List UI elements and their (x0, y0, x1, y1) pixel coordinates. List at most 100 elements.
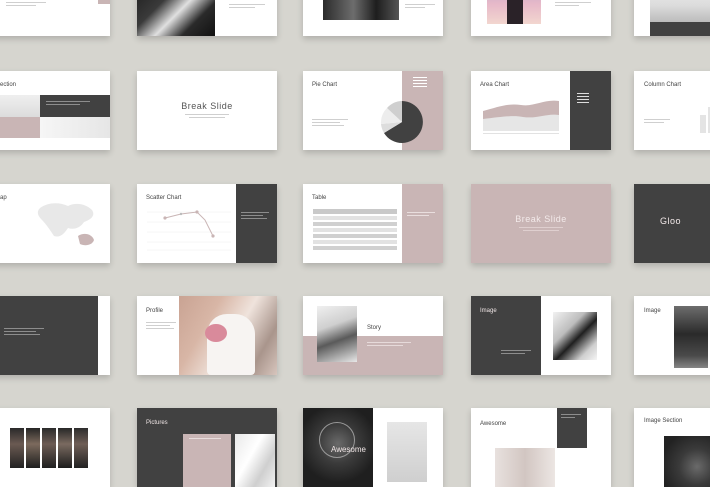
slide-r5c4: Awesome (471, 408, 611, 487)
text-lines (367, 342, 411, 348)
pink-panel (98, 0, 110, 4)
axis-labels (483, 133, 559, 136)
text-lines (405, 4, 435, 10)
bouquet (205, 324, 227, 342)
text-lines (644, 119, 670, 125)
text-lines (312, 119, 348, 128)
slide-r1c3 (303, 0, 443, 36)
text-lines (241, 212, 269, 221)
slide-r5c5: Image Section (634, 408, 710, 487)
photo-hands (137, 0, 215, 36)
photo-portrait (10, 428, 24, 468)
table-row (313, 222, 397, 226)
text-lines (407, 212, 435, 218)
slide-r3c3: Table (303, 184, 443, 263)
table-header (313, 209, 397, 214)
text-lines (4, 328, 44, 337)
scatter-point (211, 234, 215, 238)
slide-title: Pie Chart (312, 82, 338, 88)
pink-panel (183, 434, 231, 487)
table-row (313, 234, 397, 238)
text-lines (501, 350, 531, 356)
slide-r4c2: Profile (137, 296, 277, 375)
world-map (37, 203, 94, 246)
slide-title: ap (0, 195, 7, 201)
text-lines (555, 2, 591, 8)
table-row (313, 228, 397, 232)
photo-light (387, 422, 427, 482)
text-lines (229, 4, 265, 10)
text-lines (185, 114, 229, 120)
slide-title: Story (367, 325, 382, 331)
photo-light (0, 95, 40, 117)
photo-mist (650, 0, 710, 22)
slide-r2c4: Area Chart (471, 71, 611, 150)
slide-r5c3: Awesome (303, 408, 443, 487)
text-lines (46, 101, 90, 107)
legend (413, 77, 427, 89)
text-lines (6, 2, 46, 8)
photo-white (40, 117, 110, 138)
dark-panel (570, 71, 611, 150)
slide-r5c2: Pictures (137, 408, 277, 487)
text-lines (189, 438, 221, 441)
text-lines (519, 227, 563, 233)
dark-strip (650, 22, 710, 36)
dark-panel (236, 184, 277, 263)
slide-r4c3: Story (303, 296, 443, 375)
scatter-point (195, 210, 199, 214)
photo-suit (235, 434, 275, 487)
scatter-chart (147, 210, 231, 251)
slide-r2c5: Column Chart (634, 71, 710, 150)
slide-title: Image (480, 308, 497, 314)
slide-title: ection (0, 82, 17, 88)
slide-r2c3: Pie Chart (303, 71, 443, 150)
slide-r3c1: ap (0, 184, 110, 263)
figure (507, 0, 523, 24)
area-chart (483, 100, 559, 131)
photo-portrait (58, 428, 72, 468)
photo-man (674, 306, 708, 368)
photo-portrait (42, 428, 56, 468)
pink-panel (0, 117, 40, 138)
slide-r1c4 (471, 0, 611, 36)
slide-r4c5: Image (634, 296, 710, 375)
column-bar (700, 115, 706, 133)
slide-title: Awesome (331, 445, 366, 454)
slide-title: Profile (146, 308, 164, 314)
photo-woman-face (553, 312, 597, 360)
slide-r4c1 (0, 296, 110, 375)
photo-dark (664, 436, 710, 487)
text-lines (146, 322, 176, 331)
photo-portrait (26, 428, 40, 468)
slide-r2c2: Break Slide (137, 71, 277, 150)
table-row (313, 240, 397, 244)
slide-title: Pictures (146, 420, 168, 426)
slide-title: Awesome (480, 421, 507, 427)
legend (577, 93, 589, 105)
slide-r2c1: ection (0, 71, 110, 150)
slide-r5c1 (0, 408, 110, 487)
slide-title: Scatter Chart (146, 195, 182, 201)
table-row (313, 246, 397, 250)
photo-light (495, 448, 555, 487)
slide-r1c1 (0, 0, 110, 36)
slide-title: Gloo (660, 216, 682, 226)
slide-title: Area Chart (480, 82, 510, 88)
slide-r4c4: Image (471, 296, 611, 375)
slide-title: Table (312, 195, 327, 201)
slide-title: Image Section (644, 418, 683, 424)
table-row (313, 216, 397, 220)
slide-r1c5 (634, 0, 710, 36)
text-lines (561, 414, 581, 420)
slide-title: Break Slide (515, 214, 567, 224)
pink-panel (402, 184, 443, 263)
scatter-point (163, 216, 167, 220)
slide-r3c4: Break Slide (471, 184, 611, 263)
pie-chart (380, 101, 423, 143)
slide-title: Image (644, 308, 661, 314)
photo-dark (323, 0, 399, 20)
photo-portrait-woman (317, 306, 357, 362)
scatter-point (179, 212, 183, 216)
slide-r3c2: Scatter Chart (137, 184, 277, 263)
